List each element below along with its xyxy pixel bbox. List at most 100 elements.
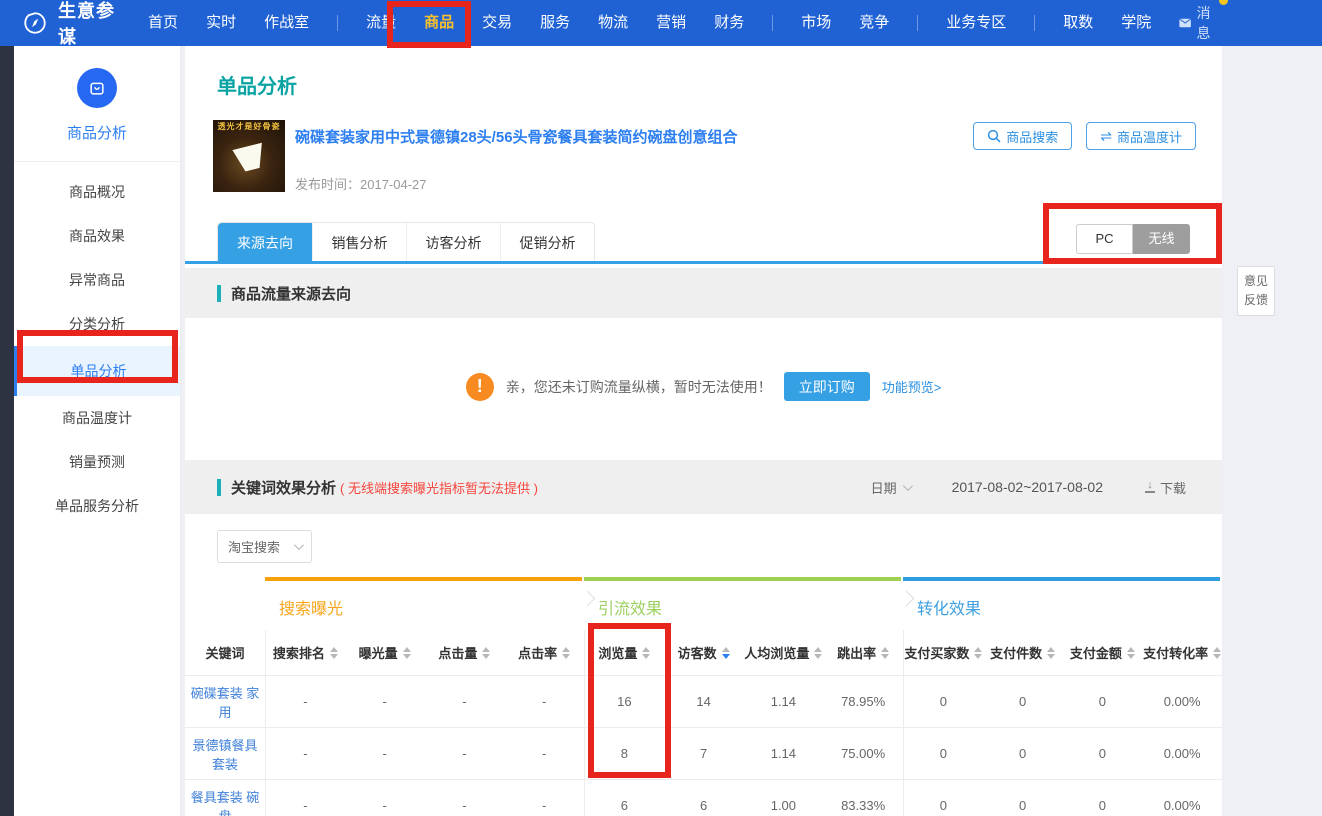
cell-value: - xyxy=(504,780,584,816)
sort-up-arrow xyxy=(722,647,730,652)
sort-up-arrow xyxy=(1213,647,1221,652)
column-header-点击率[interactable]: 点击率 xyxy=(504,630,584,675)
order-now-button[interactable]: 立即订购 xyxy=(784,372,870,401)
tab-访客分析[interactable]: 访客分析 xyxy=(406,223,500,263)
feedback-button[interactable]: 意见 反馈 xyxy=(1237,266,1275,316)
sort-up-arrow xyxy=(881,647,889,652)
cell-value: 1.14 xyxy=(744,676,824,727)
sort-icon[interactable] xyxy=(881,647,889,659)
feature-preview-link[interactable]: 功能预览> xyxy=(882,377,942,396)
sidebar-item-商品温度计[interactable]: 商品温度计 xyxy=(14,396,180,440)
sidebar-item-商品概况[interactable]: 商品概况 xyxy=(14,170,180,214)
sidebar-item-单品分析[interactable]: 单品分析 xyxy=(14,346,180,396)
cell-value: - xyxy=(265,728,345,779)
column-header-label: 点击率 xyxy=(518,643,557,662)
download-button[interactable]: ↓ 下载 xyxy=(1145,478,1186,497)
column-header-曝光量[interactable]: 曝光量 xyxy=(345,630,425,675)
source-filter-dropdown[interactable]: 淘宝搜索 xyxy=(217,530,312,563)
sort-down-arrow xyxy=(974,654,982,659)
nav-item-交易[interactable]: 交易 xyxy=(482,0,512,46)
sidebar-item-异常商品[interactable]: 异常商品 xyxy=(14,258,180,302)
column-header-label: 人均浏览量 xyxy=(744,643,809,662)
sort-icon[interactable] xyxy=(814,647,822,659)
collapsed-rail xyxy=(0,46,14,816)
column-header-label: 支付买家数 xyxy=(904,643,969,662)
sort-icon[interactable] xyxy=(562,647,570,659)
sort-icon[interactable] xyxy=(1127,647,1135,659)
messages-button[interactable]: 消息 xyxy=(1179,3,1218,43)
toggle-pc[interactable]: PC xyxy=(1076,224,1133,254)
sidebar-item-销量预测[interactable]: 销量预测 xyxy=(14,440,180,484)
column-header-支付件数[interactable]: 支付件数 xyxy=(983,630,1063,675)
sidebar-item-单品服务分析[interactable]: 单品服务分析 xyxy=(14,484,180,528)
sidebar-header: 商品分析 xyxy=(14,46,180,162)
nav-item-学院[interactable]: 学院 xyxy=(1121,0,1151,46)
nav-item-市场[interactable]: 市场 xyxy=(801,0,831,46)
nav-divider xyxy=(772,15,773,31)
keyword-link[interactable]: 景德镇餐具套装 xyxy=(185,728,265,779)
app-logo-icon xyxy=(22,10,48,36)
sidebar-item-分类分析[interactable]: 分类分析 xyxy=(14,302,180,346)
product-analysis-icon xyxy=(77,68,117,108)
product-title-link[interactable]: 碗碟套装家用中式景德镇28头/56头骨瓷餐具套装简约碗盘创意组合 xyxy=(295,126,855,147)
column-header-点击量[interactable]: 点击量 xyxy=(425,630,505,675)
analysis-tabs: 来源去向销售分析访客分析促销分析 xyxy=(217,222,595,263)
nav-item-业务专区[interactable]: 业务专区 xyxy=(946,0,1006,46)
product-thermometer-button[interactable]: ⇌ 商品温度计 xyxy=(1086,122,1196,150)
toggle-wireless[interactable]: 无线 xyxy=(1133,224,1190,254)
group-notch-icon xyxy=(899,591,915,607)
sort-up-arrow xyxy=(642,647,650,652)
nav-item-实时[interactable]: 实时 xyxy=(206,0,236,46)
column-group-label: 转化效果 xyxy=(917,601,981,618)
nav-item-财务[interactable]: 财务 xyxy=(714,0,744,46)
column-header-搜索排名[interactable]: 搜索排名 xyxy=(265,630,345,675)
sidebar-item-商品效果[interactable]: 商品效果 xyxy=(14,214,180,258)
column-header-人均浏览量[interactable]: 人均浏览量 xyxy=(744,630,824,675)
column-header-跳出率[interactable]: 跳出率 xyxy=(823,630,903,675)
nav-item-物流[interactable]: 物流 xyxy=(598,0,628,46)
table-header-row: 关键词搜索排名曝光量点击量点击率浏览量访客数人均浏览量跳出率支付买家数支付件数支… xyxy=(185,630,1222,675)
sort-icon[interactable] xyxy=(1047,647,1055,659)
keyword-link[interactable]: 碗碟套装 家用 xyxy=(185,676,265,727)
tab-促销分析[interactable]: 促销分析 xyxy=(500,223,594,263)
tab-销售分析[interactable]: 销售分析 xyxy=(312,223,406,263)
tab-来源去向[interactable]: 来源去向 xyxy=(218,223,312,263)
product-search-button[interactable]: 商品搜索 xyxy=(973,122,1072,150)
sort-down-arrow xyxy=(722,654,730,659)
date-dropdown[interactable]: 日期 xyxy=(871,478,910,497)
column-header-浏览量[interactable]: 浏览量 xyxy=(584,630,664,675)
keyword-section-title: 关键词效果分析 xyxy=(231,477,336,498)
keyword-link[interactable]: 餐具套装 碗盘 xyxy=(185,780,265,816)
nav-item-首页[interactable]: 首页 xyxy=(148,0,178,46)
bowl-shape xyxy=(229,142,272,174)
sort-icon[interactable] xyxy=(330,647,338,659)
column-header-支付金额[interactable]: 支付金额 xyxy=(1063,630,1143,675)
cell-value: - xyxy=(425,780,505,816)
sort-icon[interactable] xyxy=(403,647,411,659)
sort-icon[interactable] xyxy=(642,647,650,659)
nav-item-商品[interactable]: 商品 xyxy=(424,0,454,46)
cell-value: 8 xyxy=(584,728,664,779)
sort-up-arrow xyxy=(814,647,822,652)
sort-icon[interactable] xyxy=(482,647,490,659)
filter-value: 淘宝搜索 xyxy=(228,537,280,556)
nav-item-服务[interactable]: 服务 xyxy=(540,0,570,46)
nav-items: 首页实时作战室 流量商品交易服务物流营销财务 市场竞争 业务专区 取数学院 xyxy=(148,0,1179,46)
main-content: 单品分析 透光才是好骨瓷 碗碟套装家用中式景德镇28头/56头骨瓷餐具套装简约碗… xyxy=(185,46,1222,816)
column-header-访客数[interactable]: 访客数 xyxy=(664,630,744,675)
column-header-支付转化率[interactable]: 支付转化率 xyxy=(1142,630,1222,675)
column-header-支付买家数[interactable]: 支付买家数 xyxy=(903,630,983,675)
nav-item-营销[interactable]: 营销 xyxy=(656,0,686,46)
nav-item-取数[interactable]: 取数 xyxy=(1063,0,1093,46)
cell-value: 0.00% xyxy=(1142,676,1222,727)
sidebar: 商品分析 商品概况商品效果异常商品分类分析单品分析商品温度计销量预测单品服务分析 xyxy=(14,46,181,816)
nav-item-作战室[interactable]: 作战室 xyxy=(264,0,309,46)
sort-icon[interactable] xyxy=(722,647,730,659)
nav-item-流量[interactable]: 流量 xyxy=(366,0,396,46)
sort-icon[interactable] xyxy=(974,647,982,659)
cell-value: - xyxy=(345,676,425,727)
subscription-warning: ! 亲，您还未订购流量纵横，暂时无法使用！ 立即订购 功能预览> xyxy=(185,372,1222,401)
nav-item-竞争[interactable]: 竞争 xyxy=(859,0,889,46)
cell-value: 0 xyxy=(1063,676,1143,727)
sort-icon[interactable] xyxy=(1213,647,1221,659)
